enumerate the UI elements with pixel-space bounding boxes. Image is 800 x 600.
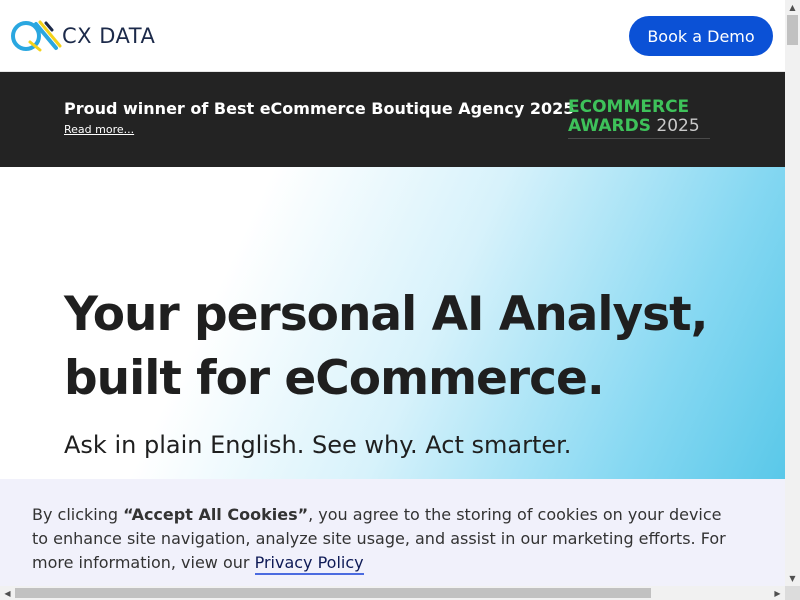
chevron-up-icon[interactable]: ▲: [785, 0, 800, 15]
hero-title-line2: built for eCommerce.: [64, 351, 605, 406]
award-logo-year: 2025: [656, 116, 700, 136]
award-logo-word: AWARDS: [568, 116, 651, 136]
award-logo-divider: [568, 138, 710, 139]
vertical-scrollbar[interactable]: ▲ ▼: [785, 0, 800, 586]
read-more-link[interactable]: Read more...: [64, 123, 134, 136]
logo-text: CX DATA: [62, 24, 156, 48]
scrollbar-corner: [785, 586, 800, 600]
hero-subtitle: Ask in plain English. See why. Act smart…: [64, 431, 572, 459]
cookie-text-before: By clicking: [32, 505, 124, 524]
award-banner: Proud winner of Best eCommerce Boutique …: [0, 72, 785, 167]
cookie-accept-phrase: “Accept All Cookies”: [123, 505, 309, 524]
cookie-consent-banner: By clicking “Accept All Cookies”, you ag…: [0, 479, 785, 586]
site-header: CX DATA Book a Demo: [0, 0, 785, 72]
hero-title-line1: Your personal AI Analyst,: [64, 287, 708, 342]
hero-title: Your personal AI Analyst, built for eCom…: [64, 283, 764, 411]
chevron-down-icon[interactable]: ▼: [785, 571, 800, 586]
chevron-right-icon[interactable]: ▶: [770, 586, 785, 600]
award-banner-title: Proud winner of Best eCommerce Boutique …: [64, 99, 575, 118]
page-viewport: CX DATA Book a Demo Proud winner of Best…: [0, 0, 785, 586]
logo-mark-icon: [11, 20, 62, 52]
vertical-scroll-thumb[interactable]: [787, 15, 798, 45]
chevron-left-icon[interactable]: ◀: [0, 586, 15, 600]
book-demo-button[interactable]: Book a Demo: [629, 16, 773, 56]
brand-logo[interactable]: CX DATA: [10, 18, 155, 54]
horizontal-scroll-thumb[interactable]: [15, 588, 651, 598]
horizontal-scrollbar[interactable]: ◀ ▶: [0, 586, 785, 600]
cookie-consent-text: By clicking “Accept All Cookies”, you ag…: [32, 503, 732, 575]
award-logo-line2: AWARDS 2025: [568, 117, 713, 136]
privacy-policy-link[interactable]: Privacy Policy: [254, 553, 364, 575]
ecommerce-awards-logo: ECOMMERCE AWARDS 2025: [568, 98, 713, 142]
award-logo-line1: ECOMMERCE: [568, 97, 690, 117]
